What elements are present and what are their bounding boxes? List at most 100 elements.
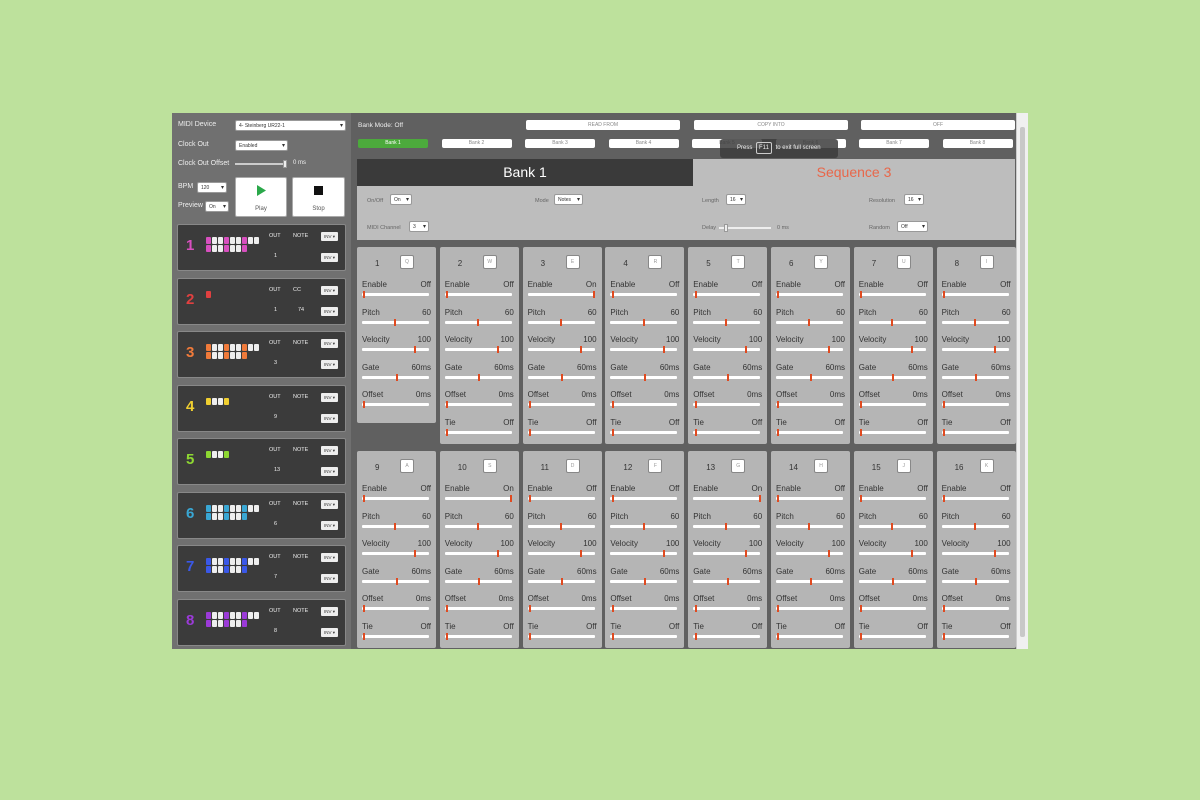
slider-knob[interactable] [860,291,863,298]
track-row[interactable]: 4 OUT NOTE 9 INV ▾ INV ▾ [177,384,346,432]
slider-knob[interactable] [975,577,978,585]
param-slider[interactable] [776,632,843,640]
preview-select[interactable]: On [205,201,229,213]
step-key[interactable]: Y [814,255,828,269]
step-key[interactable]: T [731,255,746,269]
slider-knob[interactable] [892,577,895,585]
inv-button[interactable]: INV ▾ [321,574,338,583]
param-slider[interactable] [527,318,595,326]
step-key[interactable]: U [896,255,911,269]
delay-slider[interactable] [719,224,771,232]
param-slider[interactable] [610,291,678,298]
step-key[interactable]: S [482,459,497,473]
slider-knob[interactable] [808,318,811,326]
inv-button[interactable]: INV ▾ [321,413,338,423]
param-slider[interactable] [444,291,512,298]
slider-knob[interactable] [528,632,531,640]
slider-knob[interactable] [809,577,812,585]
slider-knob[interactable] [662,346,665,353]
param-slider[interactable] [527,428,595,436]
slider-knob[interactable] [643,373,646,381]
step-key[interactable]: H [814,459,828,473]
param-slider[interactable] [941,632,1009,640]
slider-knob[interactable] [777,428,780,436]
slider-knob[interactable] [497,550,500,557]
param-slider[interactable] [527,605,595,612]
track-row[interactable]: 8 OUT NOTE 8 INV ▾ INV ▾ [177,598,346,646]
step-key[interactable]: J [896,459,911,473]
param-slider[interactable] [941,577,1009,585]
param-slider[interactable] [362,632,429,640]
param-slider[interactable] [444,550,512,557]
param-slider[interactable] [444,373,512,381]
param-slider[interactable] [444,318,512,326]
tab-sequence[interactable]: Sequence 3 [693,159,1015,186]
slider-knob[interactable] [611,291,614,298]
slider-knob[interactable] [662,550,665,557]
slider-knob[interactable] [611,605,614,612]
inv-button[interactable]: INV ▾ [321,553,338,562]
slider-knob[interactable] [860,632,863,640]
param-slider[interactable] [941,373,1009,381]
slider-knob[interactable] [694,291,697,298]
inv-button[interactable]: INV ▾ [321,285,338,295]
param-slider[interactable] [941,401,1009,408]
inv-button[interactable]: INV ▾ [321,232,338,241]
track-row[interactable]: 5 OUT NOTE 13 INV ▾ INV ▾ [177,438,346,485]
scrollbar-thumb[interactable] [1020,127,1025,637]
slider-knob[interactable] [394,522,397,530]
mode-select[interactable]: Notes [554,194,583,206]
slider-knob[interactable] [809,373,812,381]
slider-knob[interactable] [942,291,945,298]
slider-knob[interactable] [363,632,366,640]
param-slider[interactable] [444,428,512,436]
param-slider[interactable] [776,605,843,612]
bank-button[interactable]: Bank 8 [942,139,1013,148]
param-slider[interactable] [362,291,429,298]
slider-knob[interactable] [860,605,863,612]
param-slider[interactable] [858,632,926,640]
param-slider[interactable] [858,605,926,612]
slider-knob[interactable] [694,632,697,640]
param-slider[interactable] [610,550,678,557]
slider-knob[interactable] [446,401,449,408]
slider-knob[interactable] [363,401,366,408]
copy-into-button[interactable]: COPY INTO [694,120,848,130]
param-slider[interactable] [941,550,1009,557]
slider-knob[interactable] [593,291,596,298]
param-slider[interactable] [527,346,595,353]
slider-knob[interactable] [446,632,449,640]
slider-knob[interactable] [726,577,729,585]
inv-button[interactable]: INV ▾ [321,446,338,455]
bank-button[interactable]: Bank 2 [441,139,512,148]
param-slider[interactable] [941,291,1009,298]
resolution-select[interactable]: 16 [904,194,924,206]
param-slider[interactable] [693,428,761,436]
midi-channel-select[interactable]: 3 [409,221,429,233]
slider-knob[interactable] [414,346,417,353]
param-slider[interactable] [444,495,513,502]
slider-knob[interactable] [890,318,893,326]
param-slider[interactable] [610,428,678,436]
param-slider[interactable] [858,346,926,353]
slider-knob[interactable] [942,428,945,436]
slider-knob[interactable] [973,318,976,326]
param-slider[interactable] [941,495,1009,502]
inv-button[interactable]: INV ▾ [321,606,338,616]
inv-button[interactable]: INV ▾ [321,392,338,402]
param-slider[interactable] [362,318,429,326]
slider-knob[interactable] [395,577,398,585]
param-slider[interactable] [693,522,761,530]
param-slider[interactable] [527,291,596,298]
inv-button[interactable]: INV ▾ [321,520,338,530]
param-slider[interactable] [610,318,678,326]
slider-knob[interactable] [510,495,513,502]
delay-knob[interactable] [724,224,728,232]
slider-knob[interactable] [725,318,728,326]
step-key[interactable]: D [565,459,580,473]
slider-knob[interactable] [528,605,531,612]
param-slider[interactable] [610,632,678,640]
bpm-input[interactable]: 120 [197,182,227,194]
slider-knob[interactable] [890,522,893,530]
step-key[interactable]: F [648,459,663,473]
